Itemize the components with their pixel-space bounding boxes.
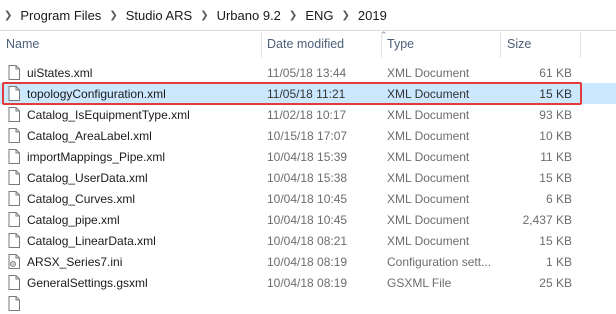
file-date-modified: 10/04/18 10:45 xyxy=(267,192,348,206)
file-name: Catalog_LinearData.xml xyxy=(27,234,156,248)
file-type: XML Document xyxy=(387,213,470,227)
chevron-right-icon[interactable]: ❯ xyxy=(200,10,208,21)
file-type: GSXML File xyxy=(387,276,452,290)
column-divider[interactable] xyxy=(261,32,262,58)
file-row[interactable]: Catalog_Curves.xml 10/04/18 10:45 XML Docu… xyxy=(0,188,616,209)
file-type: XML Document xyxy=(387,171,470,185)
file-size: 2,437 KB xyxy=(522,213,572,227)
file-size: 15 KB xyxy=(539,234,572,248)
file-name: Catalog_UserData.xml xyxy=(27,171,148,185)
file-size: 93 KB xyxy=(539,108,572,122)
file-row[interactable]: Catalog_AreaLabel.xml 10/15/18 17:07 XML D… xyxy=(0,125,616,146)
chevron-right-icon[interactable]: ❯ xyxy=(4,10,12,21)
breadcrumb-item[interactable]: Urbano 9.2 xyxy=(217,8,281,23)
column-divider[interactable] xyxy=(580,32,581,58)
chevron-right-icon[interactable]: ❯ xyxy=(289,10,297,21)
file-size: 25 KB xyxy=(539,276,572,290)
column-divider[interactable] xyxy=(500,32,501,58)
file-type: Configuration sett... xyxy=(387,255,492,269)
file-name: Catalog_AreaLabel.xml xyxy=(27,129,152,143)
column-header-name[interactable]: Name xyxy=(6,37,39,51)
file-row[interactable]: importMappings_Pipe.xml 10/04/18 15:39 XML… xyxy=(0,146,616,167)
file-date-modified: 10/04/18 08:21 xyxy=(267,234,348,248)
file-name: ARSX_Series7.ini xyxy=(27,255,123,269)
breadcrumb-item[interactable]: Program Files xyxy=(20,8,101,23)
breadcrumb-item[interactable]: 2019 xyxy=(358,8,387,23)
file-row[interactable]: Catalog_LinearData.xml 10/04/18 08:21 XML … xyxy=(0,230,616,251)
column-divider[interactable] xyxy=(381,32,382,58)
file-type: XML Document xyxy=(387,192,470,206)
file-date-modified: 10/04/18 08:19 xyxy=(267,255,348,269)
column-header-row: ⌃ Name Date modified Type Size xyxy=(0,30,616,58)
file-type: XML Document xyxy=(387,150,470,164)
file-row[interactable]: Catalog_IsEquipmentType.xml 11/02/18 10:1… xyxy=(0,104,616,125)
file-size: 11 KB xyxy=(540,150,572,164)
file-date-modified: 10/04/18 15:39 xyxy=(267,150,348,164)
file-name: Catalog_pipe.xml xyxy=(27,213,120,227)
breadcrumb-item[interactable]: Studio ARS xyxy=(126,8,193,23)
file-size: 1 KB xyxy=(545,255,572,269)
file-row[interactable]: Catalog_pipe.xml 10/04/18 10:45 XML Docume… xyxy=(0,209,616,230)
file-row[interactable] xyxy=(0,293,616,314)
file-row[interactable]: Catalog_UserData.xml 10/04/18 15:38 XML Do… xyxy=(0,167,616,188)
file-type: XML Document xyxy=(387,66,470,80)
file-row[interactable]: GeneralSettings.gsxml 10/04/18 08:19 GSXML… xyxy=(0,272,616,293)
column-header-type[interactable]: Type xyxy=(387,37,414,51)
file-name: importMappings_Pipe.xml xyxy=(27,150,166,164)
chevron-right-icon[interactable]: ❯ xyxy=(109,10,117,21)
file-row[interactable]: topologyConfiguration.xml 11/05/18 11:21 X… xyxy=(0,83,616,104)
file-date-modified: 10/04/18 15:38 xyxy=(267,171,348,185)
file-name: GeneralSettings.gsxml xyxy=(27,276,148,290)
file-size: 15 KB xyxy=(539,171,572,185)
file-type: XML Document xyxy=(387,87,470,101)
file-name: topologyConfiguration.xml xyxy=(27,87,166,101)
chevron-right-icon[interactable]: ❯ xyxy=(341,10,349,21)
file-date-modified: 11/05/18 13:44 xyxy=(267,66,347,80)
file-type: XML Document xyxy=(387,234,470,248)
file-list: uiStates.xml 11/05/18 13:44 XML Document 61… xyxy=(0,62,616,314)
file-size: 15 KB xyxy=(539,87,572,101)
file-date-modified: 11/02/18 10:17 xyxy=(267,108,347,122)
file-name: Catalog_Curves.xml xyxy=(27,192,136,206)
file-row[interactable]: ARSX_Series7.ini 10/04/18 08:19 Configurat… xyxy=(0,251,616,272)
column-header-date[interactable]: Date modified xyxy=(267,37,344,51)
file-size: 6 KB xyxy=(545,192,572,206)
file-size: 10 KB xyxy=(539,129,572,143)
column-header-size[interactable]: Size xyxy=(507,37,531,51)
file-date-modified: 11/05/18 11:21 xyxy=(267,87,346,101)
file-name: uiStates.xml xyxy=(27,66,93,80)
breadcrumb-item[interactable]: ENG xyxy=(305,8,333,23)
file-date-modified: 10/15/18 17:07 xyxy=(267,129,348,143)
file-row[interactable]: uiStates.xml 11/05/18 13:44 XML Document 61… xyxy=(0,62,616,83)
breadcrumb: ❯ Program Files ❯ Studio ARS ❯ Urbano 9.… xyxy=(0,0,616,31)
file-date-modified: 10/04/18 08:19 xyxy=(267,276,348,290)
file-date-modified: 10/04/18 10:45 xyxy=(267,213,348,227)
file-name: Catalog_IsEquipmentType.xml xyxy=(27,108,190,122)
file-size: 61 KB xyxy=(539,66,572,80)
file-type: XML Document xyxy=(387,129,470,143)
file-type: XML Document xyxy=(387,108,470,122)
